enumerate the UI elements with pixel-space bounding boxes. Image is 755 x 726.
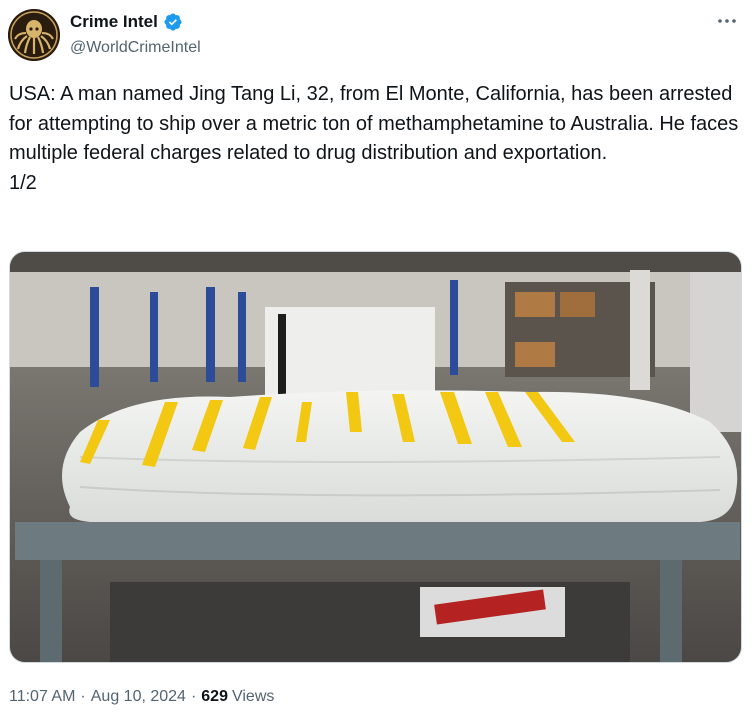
tweet-time[interactable]: 11:07 AM xyxy=(9,688,75,706)
author-names: Crime Intel @WorldCrimeIntel xyxy=(70,11,201,57)
tweet-date[interactable]: Aug 10, 2024 xyxy=(91,688,186,706)
display-name-row: Crime Intel xyxy=(70,11,201,33)
tweet-text: USA: A man named Jing Tang Li, 32, from … xyxy=(9,83,739,194)
tweet-card: Crime Intel @WorldCrimeIntel USA: A man … xyxy=(0,0,755,726)
tweet-photo[interactable] xyxy=(9,251,742,663)
octopus-logo-icon xyxy=(8,9,60,61)
views-label: Views xyxy=(231,688,275,705)
photo-image xyxy=(10,252,741,662)
tweet-header: Crime Intel @WorldCrimeIntel xyxy=(8,9,745,61)
tweet-meta: 11:07 AM · Aug 10, 2024 · 629 Views xyxy=(9,688,274,706)
more-icon[interactable] xyxy=(715,13,739,29)
meta-separator: · xyxy=(190,688,197,705)
views-count: 629 xyxy=(201,688,228,705)
display-name[interactable]: Crime Intel xyxy=(70,12,158,32)
verified-badge-icon xyxy=(163,12,183,32)
avatar[interactable] xyxy=(8,9,60,61)
meta-separator: · xyxy=(80,688,86,705)
author-handle[interactable]: @WorldCrimeIntel xyxy=(70,39,201,57)
